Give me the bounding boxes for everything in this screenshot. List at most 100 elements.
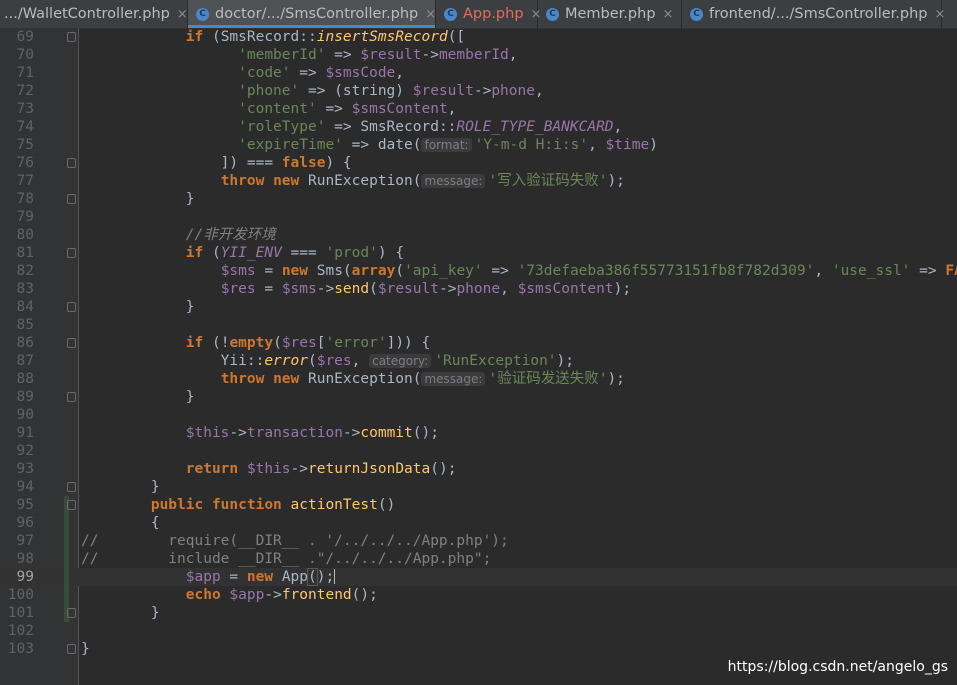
code-line[interactable]: 93 return $this->returnJsonData(); xyxy=(0,460,957,478)
line-number: 75 xyxy=(16,137,34,153)
code-line[interactable]: 83 $res = $sms->send($result->phone, $sm… xyxy=(0,280,957,298)
code-token: (); xyxy=(430,461,457,477)
code-token: insertSmsRecord xyxy=(316,29,448,45)
tab-3[interactable]: C Member.php × xyxy=(538,0,682,28)
code-token: , xyxy=(613,119,623,135)
close-icon[interactable]: × xyxy=(935,7,946,22)
code-line[interactable]: 86 if (!empty($res['error'])) { xyxy=(0,334,957,352)
vcs-change-marker[interactable] xyxy=(64,514,69,532)
code-text: //非开发环境 xyxy=(81,226,276,244)
tab-0[interactable]: .../WalletController.php × xyxy=(0,0,188,28)
code-line[interactable]: 94 } xyxy=(0,478,957,496)
code-line[interactable]: 89 } xyxy=(0,388,957,406)
code-line[interactable]: 92 xyxy=(0,442,957,460)
vcs-change-marker[interactable] xyxy=(64,568,69,586)
fold-marker-icon[interactable] xyxy=(67,158,76,168)
code-line[interactable]: 101 } xyxy=(0,604,957,622)
tab-1[interactable]: Cdoctor/.../SmsController.php × xyxy=(188,0,436,28)
php-class-file-icon: C xyxy=(196,7,209,21)
code-line[interactable]: 75 'expireTime' => date(format: 'Y-m-d H:… xyxy=(0,136,957,154)
code-token: '73defaeba386f55773151fb8f782d309' xyxy=(517,263,815,279)
code-line[interactable]: 84 } xyxy=(0,298,957,316)
code-line[interactable]: 98 // include __DIR__ ."/../../../App.php… xyxy=(0,550,957,568)
code-token: ); xyxy=(613,281,632,297)
fold-marker-icon[interactable] xyxy=(67,644,76,654)
code-line[interactable]: 69 if (SmsRecord::insertSmsRecord([ xyxy=(0,28,957,46)
tab-4[interactable]: Cfrontend/.../SmsController.php × xyxy=(682,0,945,28)
code-line[interactable]: 79 xyxy=(0,208,957,226)
code-line[interactable]: 76 ]) === false) { xyxy=(0,154,957,172)
code-token: (); xyxy=(351,587,378,603)
php-class-file-icon: C xyxy=(444,7,457,21)
line-number: 100 xyxy=(7,587,34,603)
code-line[interactable]: 82 $sms = new Sms(array('api_key' => '73… xyxy=(0,262,957,280)
code-line[interactable]: 87 Yii::error($res, category: 'RunExcepti… xyxy=(0,352,957,370)
fold-marker-icon[interactable] xyxy=(67,32,76,42)
code-line[interactable]: 102 xyxy=(0,622,957,640)
code-line[interactable]: 71 'code' => $smsCode, xyxy=(0,64,957,82)
code-line[interactable]: 99 $app = new App(); xyxy=(0,568,957,586)
code-token: 'expireTime' xyxy=(238,137,343,153)
code-line[interactable]: 90 xyxy=(0,406,957,424)
vcs-change-marker[interactable] xyxy=(64,532,69,550)
code-line[interactable]: 85 xyxy=(0,316,957,334)
code-token: 'RunException' xyxy=(434,353,557,369)
code-line[interactable]: 70 'memberId' => $result->memberId, xyxy=(0,46,957,64)
code-editor[interactable]: 69 if (SmsRecord::insertSmsRecord([70 'm… xyxy=(0,28,957,658)
code-line[interactable]: 91 $this->transaction->commit(); xyxy=(0,424,957,442)
line-number: 87 xyxy=(16,353,34,369)
code-line[interactable]: 100 echo $app->frontend(); xyxy=(0,586,957,604)
vcs-change-marker[interactable] xyxy=(64,586,69,604)
code-line[interactable]: 80 //非开发环境 xyxy=(0,226,957,244)
fold-marker-icon[interactable] xyxy=(67,392,76,402)
code-text: // require(__DIR__ . '/../../../App.php'… xyxy=(81,532,509,550)
code-text: if (YII_ENV === 'prod') { xyxy=(81,244,404,262)
code-token: => xyxy=(910,263,946,279)
fold-marker-icon[interactable] xyxy=(67,338,76,348)
code-token: ( xyxy=(395,263,405,279)
tab-label: frontend/.../SmsController.php xyxy=(709,6,928,22)
code-token: returnJsonData xyxy=(308,461,431,477)
vcs-change-marker[interactable] xyxy=(64,550,69,568)
code-line[interactable]: 74 'roleType' => SmsRecord::ROLE_TYPE_BA… xyxy=(0,118,957,136)
code-token: -> xyxy=(229,425,247,441)
code-token: , xyxy=(351,353,370,369)
parameter-hint: message: xyxy=(421,372,486,386)
code-token: YII_ENV xyxy=(220,245,282,261)
code-line[interactable]: 81 if (YII_ENV === 'prod') { xyxy=(0,244,957,262)
line-number: 88 xyxy=(16,371,34,387)
fold-marker-icon[interactable] xyxy=(67,194,76,204)
code-token: } xyxy=(81,389,195,405)
code-token: -> xyxy=(316,281,335,297)
code-text: $this->transaction->commit(); xyxy=(81,424,439,442)
fold-marker-icon[interactable] xyxy=(67,500,76,510)
code-line[interactable]: 77 throw new RunException(message: '写入验证码… xyxy=(0,172,957,190)
close-icon[interactable]: × xyxy=(425,7,436,22)
code-line[interactable]: 95 public function actionTest() xyxy=(0,496,957,514)
code-token: $res xyxy=(281,335,317,351)
code-token: FALSE xyxy=(945,263,957,279)
close-icon[interactable]: × xyxy=(663,7,674,22)
code-token: new xyxy=(246,569,274,585)
code-text: $app = new App(); xyxy=(81,568,336,586)
code-line[interactable]: 88 throw new RunException(message: '验证码发送… xyxy=(0,370,957,388)
fold-marker-icon[interactable] xyxy=(67,302,76,312)
code-line[interactable]: 96 { xyxy=(0,514,957,532)
code-token: $res xyxy=(316,353,352,369)
code-text: } xyxy=(81,388,195,406)
line-number: 94 xyxy=(16,479,34,495)
code-token: => date( xyxy=(342,137,422,153)
code-line[interactable]: 103} xyxy=(0,640,957,658)
code-line[interactable]: 72 'phone' => (string) $result->phone, xyxy=(0,82,957,100)
fold-marker-icon[interactable] xyxy=(67,608,76,618)
close-icon[interactable]: × xyxy=(177,7,188,22)
fold-marker-icon[interactable] xyxy=(67,248,76,258)
line-number: 72 xyxy=(16,83,34,99)
code-line[interactable]: 97 // require(__DIR__ . '/../../../App.ph… xyxy=(0,532,957,550)
tab-2[interactable]: C App.php × xyxy=(436,0,541,28)
code-text: throw new RunException(message: '验证码发送失败'… xyxy=(81,370,625,388)
code-line[interactable]: 78 } xyxy=(0,190,957,208)
code-line[interactable]: 73 'content' => $smsContent, xyxy=(0,100,957,118)
fold-marker-icon[interactable] xyxy=(67,482,76,492)
